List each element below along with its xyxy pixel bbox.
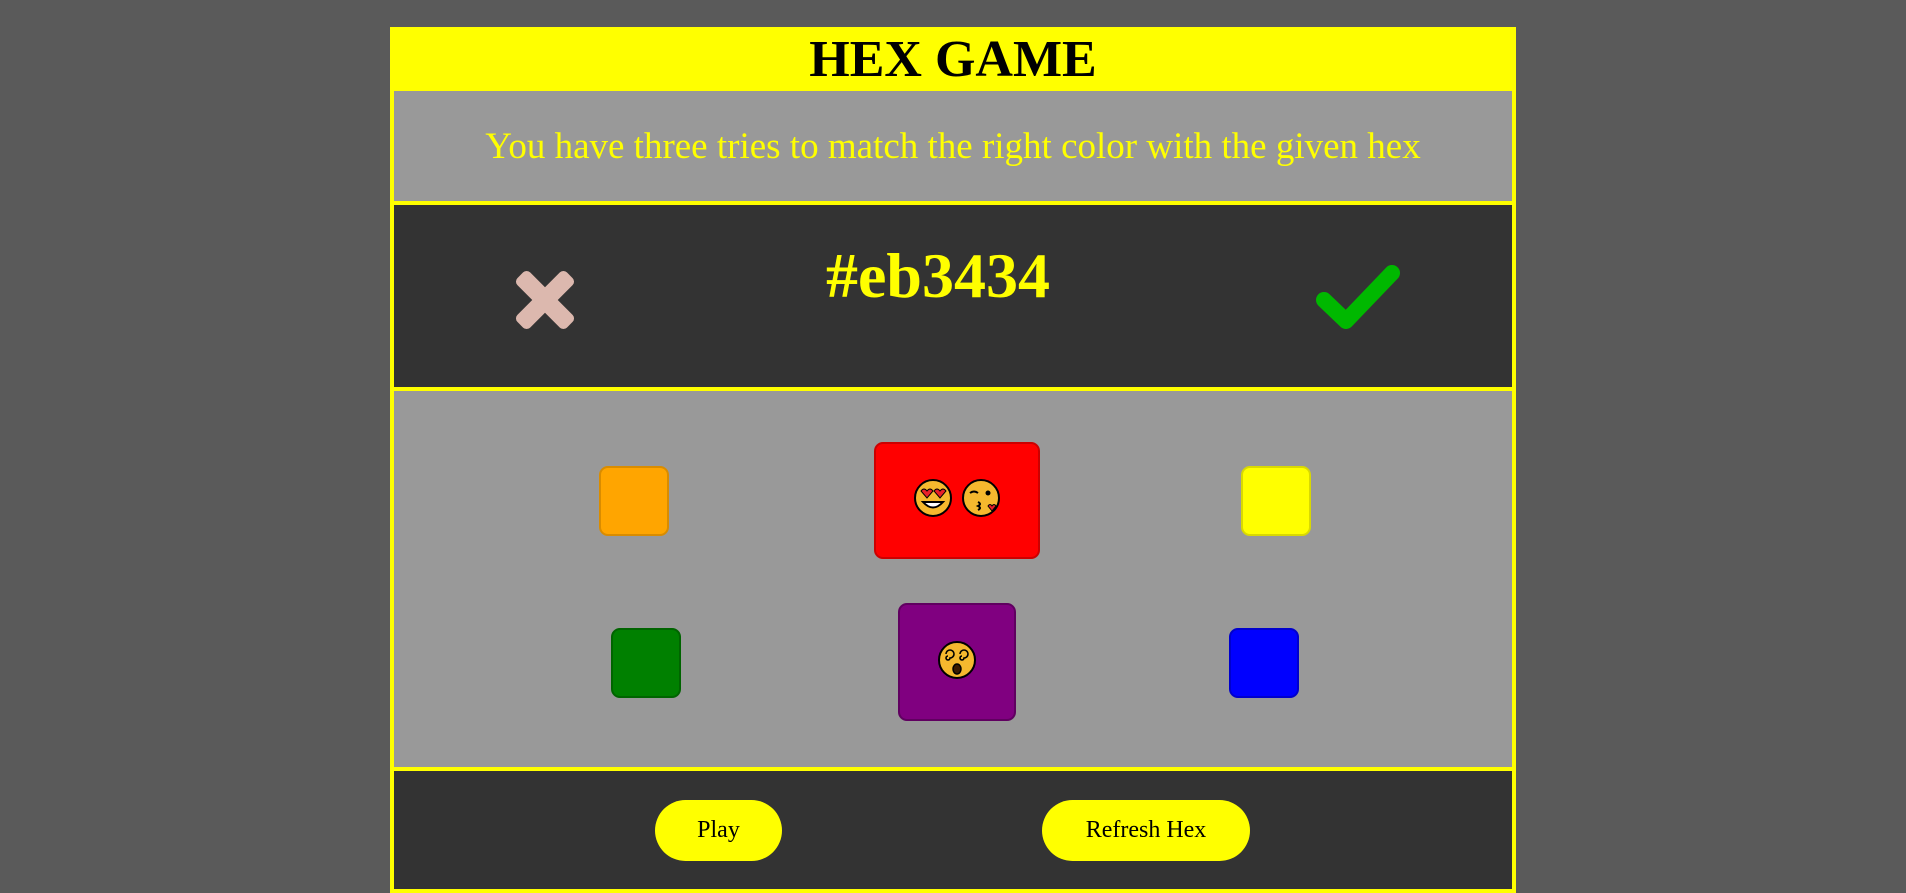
swatch-grid — [390, 387, 1516, 771]
hex-game: HEX GAME You have three tries to match t… — [390, 27, 1516, 893]
kissing-face-emoji-icon — [961, 478, 1001, 523]
swatch-blue[interactable] — [1229, 628, 1299, 698]
swatch-red[interactable] — [874, 442, 1040, 559]
swatch-purple[interactable] — [898, 603, 1016, 721]
refresh-hex-button[interactable]: Refresh Hex — [1042, 800, 1250, 861]
instructions-text: You have three tries to match the right … — [485, 125, 1421, 167]
controls-panel: Play Refresh Hex — [390, 767, 1516, 893]
play-button[interactable]: Play — [655, 800, 782, 861]
swatch-yellow[interactable] — [1241, 466, 1311, 536]
instructions-panel: You have three tries to match the right … — [390, 91, 1516, 205]
heart-eyes-emoji-icon — [913, 478, 953, 523]
dizzy-face-emoji-icon — [937, 640, 977, 685]
swatch-orange[interactable] — [599, 466, 669, 536]
check-icon — [1314, 263, 1400, 336]
status-panel: #eb3434 — [390, 201, 1516, 391]
swatch-green[interactable] — [611, 628, 681, 698]
game-title: HEX GAME — [390, 27, 1516, 91]
